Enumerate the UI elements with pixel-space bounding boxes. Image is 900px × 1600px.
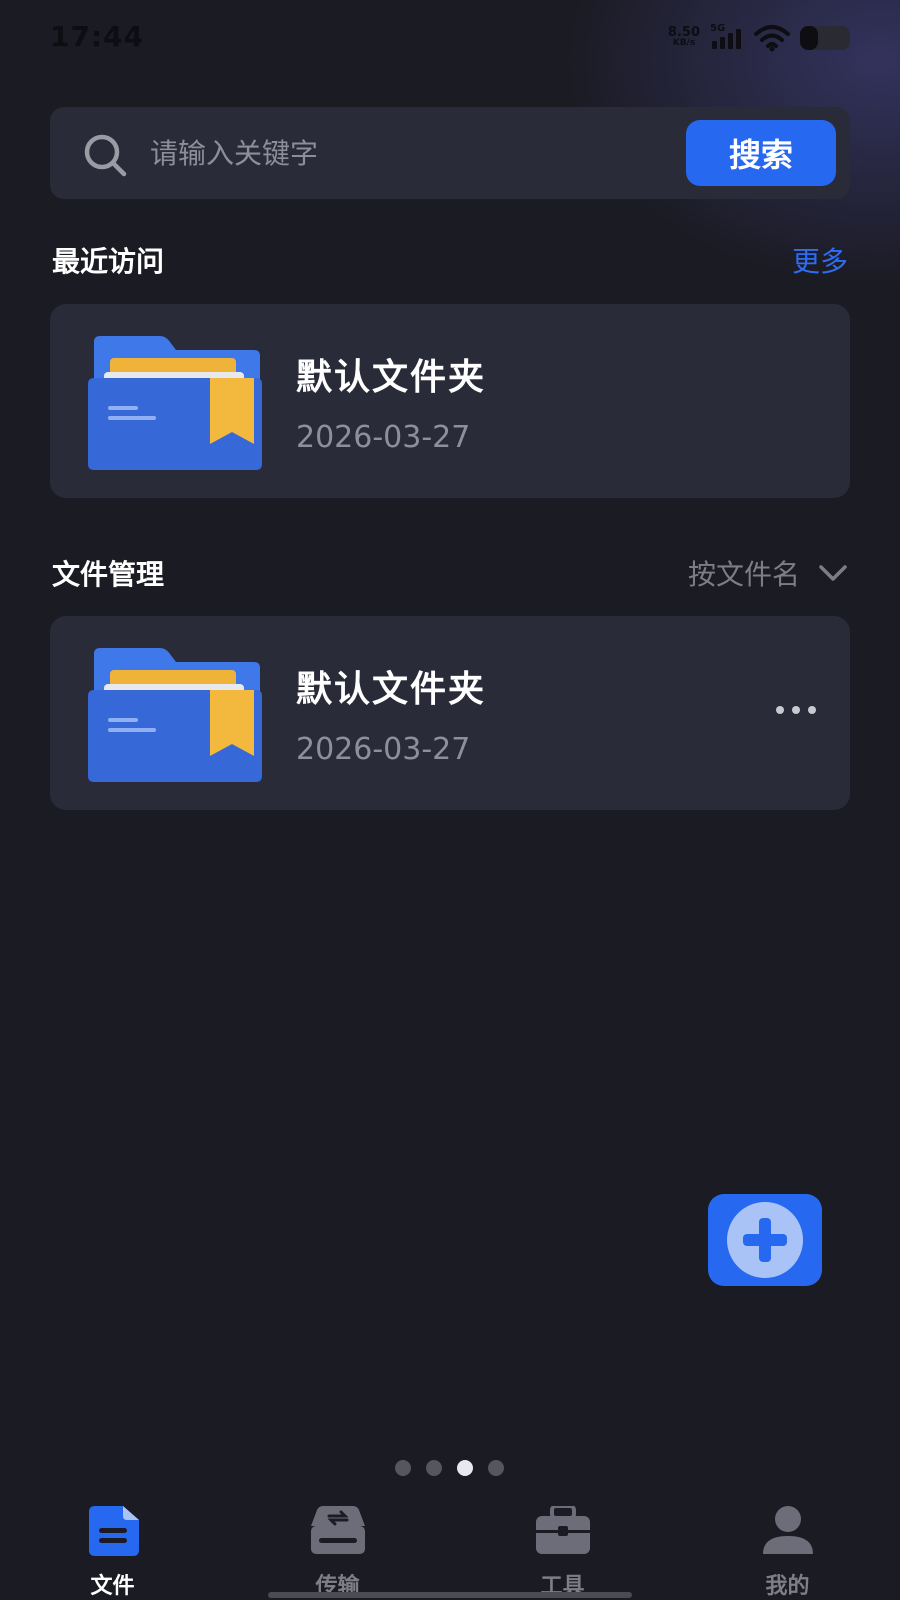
more-options-icon[interactable] — [776, 700, 816, 720]
folder-icon — [88, 648, 262, 782]
nav-tab-transfer[interactable]: 传输 — [225, 1500, 450, 1600]
status-time: 17:44 — [50, 20, 145, 53]
nav-tab-tools[interactable]: 工具 — [450, 1500, 675, 1600]
network-speed-unit: KB/s — [672, 38, 696, 48]
bottom-nav: 文件 传输 工具 我的 — [0, 1500, 900, 1600]
files-section-title: 文件管理 — [52, 558, 165, 591]
plus-circle-icon — [727, 1202, 803, 1278]
recent-section-title: 最近访问 — [52, 245, 165, 278]
status-bar: 17:44 8.50 KB/s 5G — [0, 0, 900, 76]
search-bar: 搜索 — [50, 107, 850, 199]
network-speed-value: 8.50 — [667, 25, 700, 40]
cellular-signal-icon: 5G — [710, 23, 744, 51]
sort-dropdown[interactable]: 按文件名 — [688, 553, 848, 593]
folder-name: 默认文件夹 — [296, 669, 487, 710]
sort-label: 按文件名 — [687, 558, 800, 591]
nav-label: 文件 — [90, 1574, 135, 1599]
nav-tab-files[interactable]: 文件 — [0, 1500, 225, 1600]
wifi-icon — [754, 25, 790, 52]
home-indicator — [268, 1592, 632, 1598]
page-dot — [426, 1460, 442, 1476]
search-button[interactable]: 搜索 — [686, 120, 836, 186]
status-indicators: 8.50 KB/s 5G — [667, 23, 850, 52]
toolbox-icon — [535, 1506, 590, 1554]
chevron-down-icon — [819, 565, 847, 581]
folder-icon — [88, 336, 262, 470]
page-dot-active — [457, 1460, 473, 1476]
more-link[interactable]: 更多 — [792, 240, 848, 280]
recent-folder-card[interactable]: 默认文件夹 2026-03-27 — [50, 304, 850, 498]
file-folder-card[interactable]: 默认文件夹 2026-03-27 — [50, 616, 850, 810]
nav-tab-me[interactable]: 我的 — [675, 1500, 900, 1600]
search-icon — [84, 134, 127, 177]
folder-date: 2026-03-27 — [296, 732, 471, 767]
page-dot — [488, 1460, 504, 1476]
document-icon — [88, 1506, 139, 1556]
battery-icon — [800, 26, 850, 50]
page-indicator — [395, 1460, 504, 1476]
page-dot — [395, 1460, 411, 1476]
network-speed: 8.50 KB/s — [667, 25, 700, 49]
user-icon — [762, 1506, 813, 1554]
folder-date: 2026-03-27 — [296, 420, 471, 455]
battery-level — [800, 26, 818, 50]
search-input[interactable] — [150, 127, 710, 179]
folder-name: 默认文件夹 — [296, 357, 487, 398]
add-button[interactable] — [708, 1194, 822, 1286]
nav-label: 我的 — [765, 1574, 810, 1599]
transfer-icon — [310, 1506, 365, 1554]
